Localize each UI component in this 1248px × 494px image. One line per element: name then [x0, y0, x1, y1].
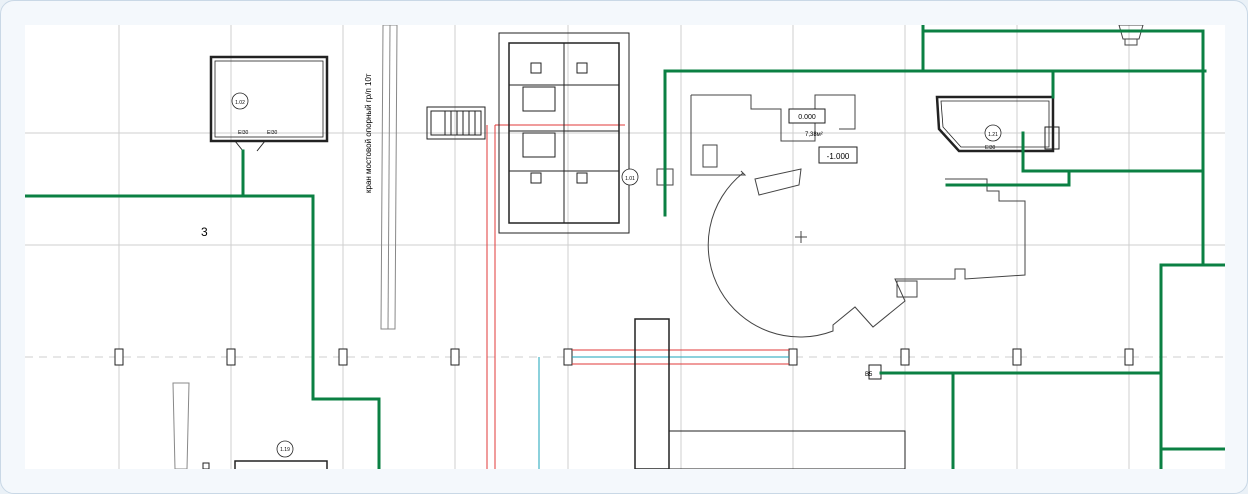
fire-wall-lines: [25, 25, 1225, 469]
room-1-21: [935, 95, 1060, 153]
rotunda-building: [656, 94, 1026, 338]
lower-structures: [202, 318, 906, 469]
room-1-01-number: 1.01: [625, 176, 635, 182]
room-1-02-number: 1.02: [235, 100, 245, 106]
area-note: 7,38м²: [805, 132, 823, 138]
drawing-canvas[interactable]: 3 кран мостовой опорный гр/п 10т 1.02 EI…: [25, 25, 1225, 469]
outlet-mark: В5: [865, 372, 873, 378]
level-minus: -1.000: [827, 152, 850, 161]
floor-plan-drawing: 3 кран мостовой опорный гр/п 10т 1.02 EI…: [25, 25, 1225, 469]
room-1-21-door: EI30: [985, 145, 996, 151]
app-frame: 3 кран мостовой опорный гр/п 10т 1.02 EI…: [0, 0, 1248, 494]
top-right-element: [1118, 25, 1144, 46]
crane-label: кран мостовой опорный гр/п 10т: [364, 73, 373, 193]
room-1-02-door-right: EI30: [267, 130, 278, 136]
room-1-02: [209, 55, 329, 152]
room-1-02-door-left: EI30: [238, 130, 249, 136]
zone-label: 3: [201, 225, 208, 239]
stair-block: [426, 106, 486, 140]
grid-lines: [25, 25, 1225, 469]
level-zero: 0.000: [798, 114, 816, 121]
room-1-19-number: 1.19: [280, 447, 290, 453]
room-1-21-number: 1.21: [988, 132, 998, 138]
